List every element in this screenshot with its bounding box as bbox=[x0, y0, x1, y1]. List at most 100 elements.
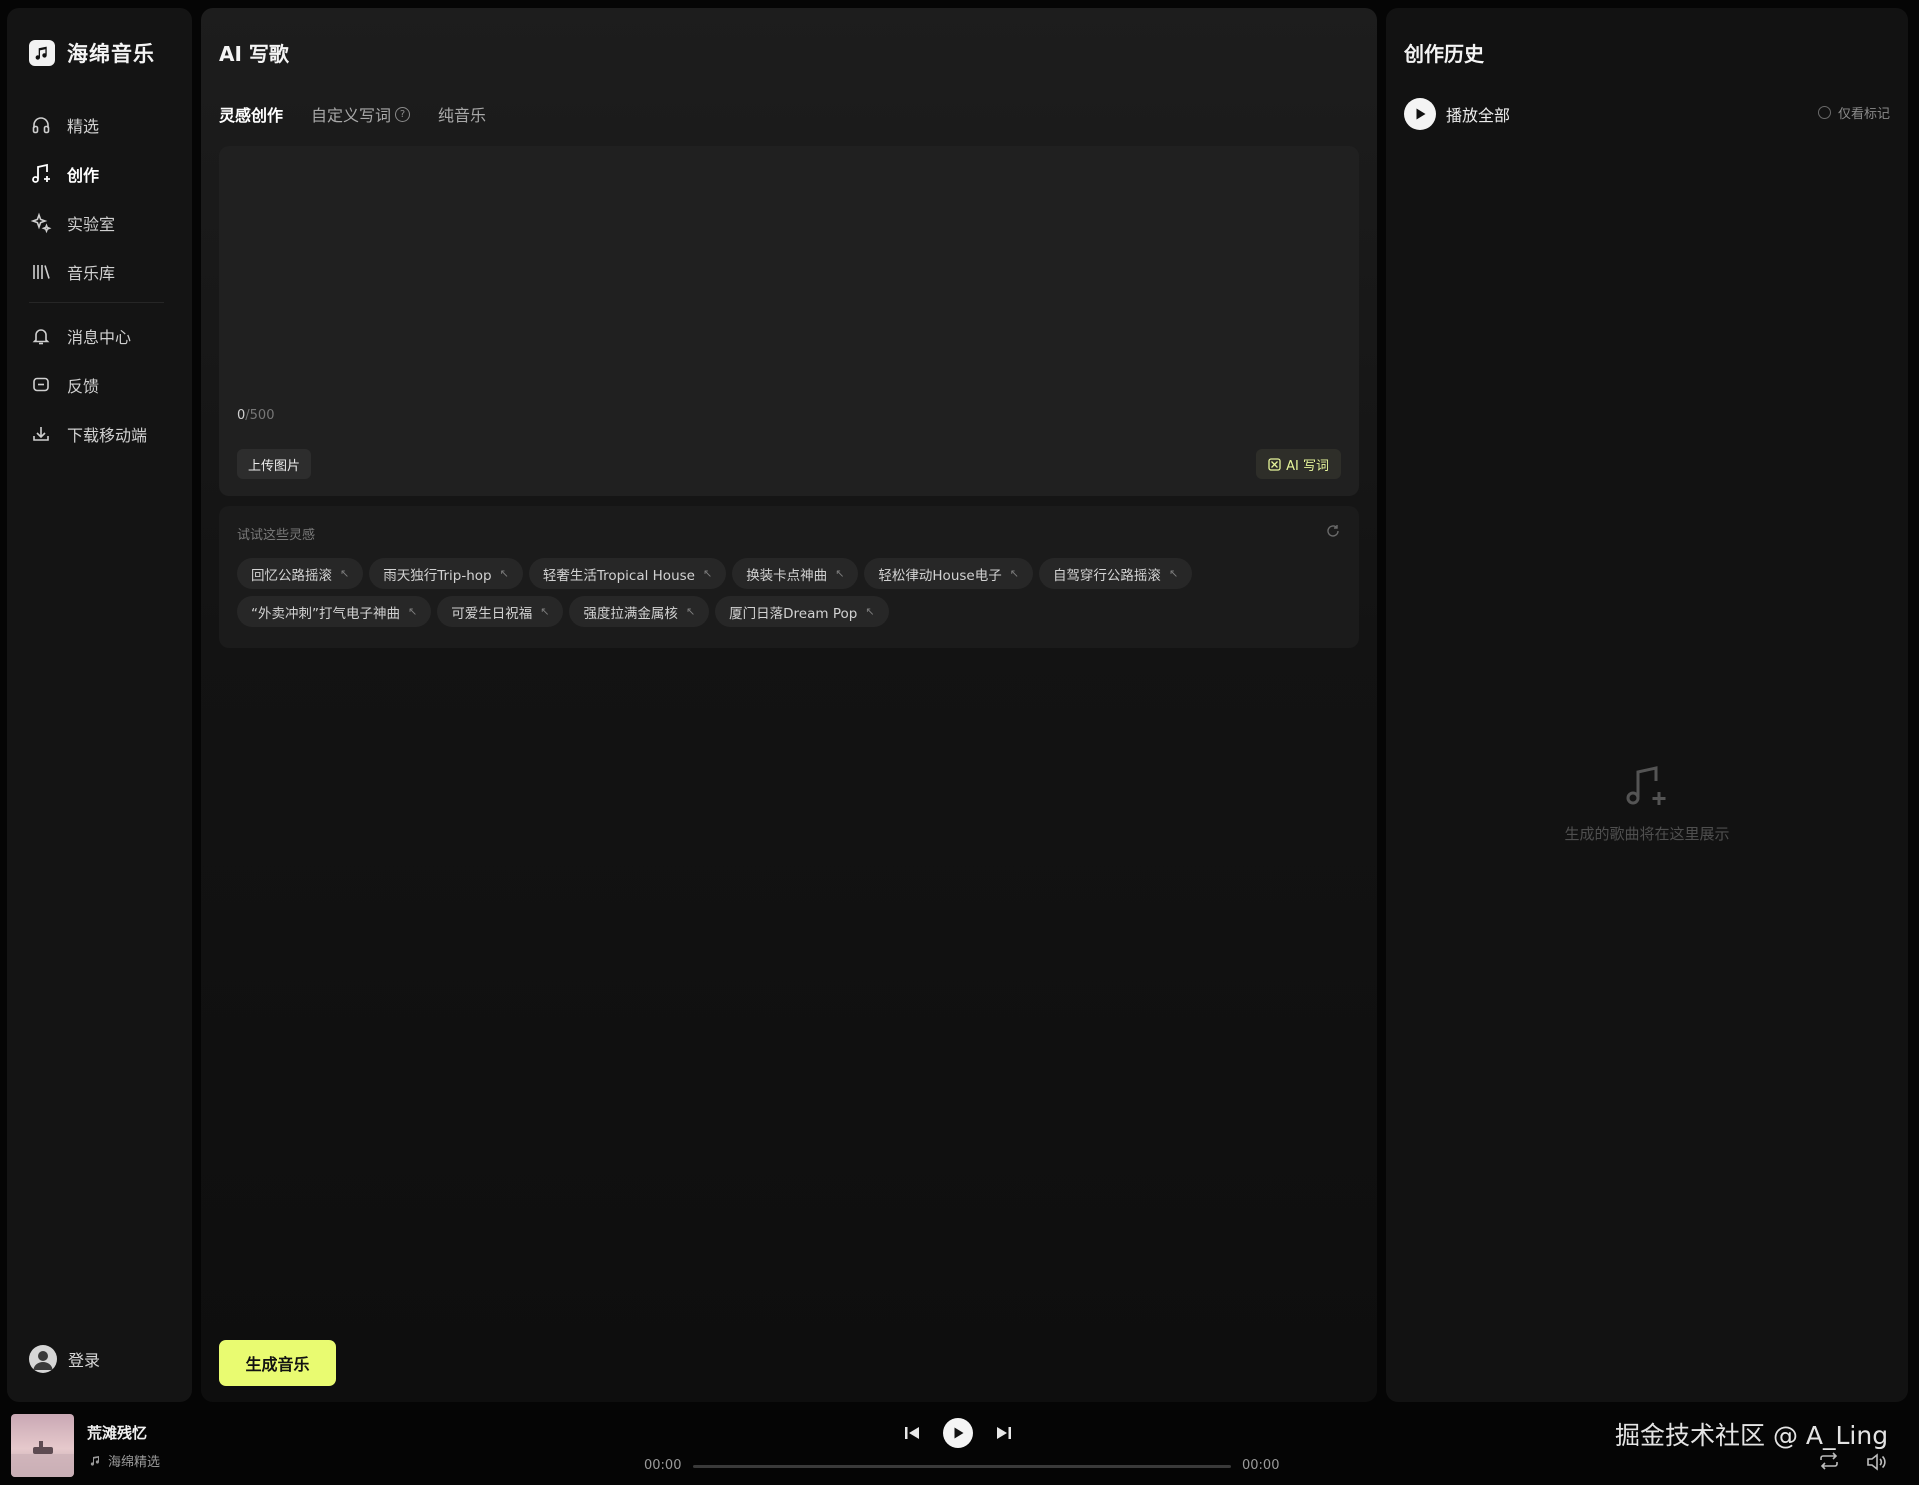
sidebar-item-lab[interactable]: 实验室 bbox=[7, 198, 192, 247]
chip-label: 可爱生日祝福 bbox=[451, 605, 533, 622]
chip-label: 回忆公路摇滚 bbox=[251, 567, 332, 584]
inspiration-chip[interactable]: “外卖冲刺”打气电子神曲 ↖ bbox=[237, 596, 432, 627]
help-icon[interactable]: ? bbox=[395, 106, 411, 122]
inspiration-chip[interactable]: 回忆公路摇滚 ↖ bbox=[237, 558, 364, 589]
prompt-input[interactable] bbox=[219, 146, 1359, 396]
arrow-up-left-icon: ↖ bbox=[702, 567, 713, 580]
progress-bar[interactable] bbox=[693, 1465, 1231, 1468]
sidebar: 海绵音乐 精选 创作 实验室 音乐库 消息中心 反馈 下载移动端 登录 bbox=[7, 8, 192, 1402]
inspiration-chip[interactable]: 轻松律动House电子 ↖ bbox=[864, 558, 1033, 589]
play-icon bbox=[1404, 98, 1436, 130]
only-marked-label: 仅看标记 bbox=[1837, 107, 1890, 122]
sidebar-item-download[interactable]: 下载移动端 bbox=[7, 409, 192, 458]
arrow-up-left-icon: ↖ bbox=[685, 605, 696, 618]
chip-label: 雨天独行Trip-hop bbox=[383, 567, 492, 584]
login-button[interactable]: 登录 bbox=[29, 1345, 100, 1373]
inspiration-chip[interactable]: 轻奢生活Tropical House ↖ bbox=[528, 558, 727, 589]
inspiration-chip[interactable]: 可爱生日祝福 ↖ bbox=[437, 596, 564, 627]
inspiration-chip[interactable]: 厦门日落Dream Pop ↖ bbox=[715, 596, 889, 627]
generate-music-button[interactable]: 生成音乐 bbox=[219, 1340, 336, 1386]
arrow-up-left-icon: ↖ bbox=[340, 567, 350, 580]
prompt-box: 0/500 上传图片 AI 写词 bbox=[219, 146, 1359, 496]
empty-text: 生成的歌曲将在这里展示 bbox=[1564, 825, 1730, 843]
arrow-up-left-icon: ↖ bbox=[408, 605, 418, 618]
chip-row: “外卖冲刺”打气电子神曲 ↖ 可爱生日祝福 ↖ 强度拉满金属核 ↖ 厦门日落Dream… bbox=[237, 596, 1337, 627]
inspiration-chip[interactable]: 自驾穿行公路摇滚 ↖ bbox=[1038, 558, 1193, 589]
bell-icon bbox=[29, 324, 53, 348]
app-name: 海绵音乐 bbox=[67, 42, 155, 66]
arrow-up-left-icon: ↖ bbox=[540, 605, 550, 618]
ai-lyrics-label: AI 写词 bbox=[1286, 458, 1329, 474]
chip-label: 轻奢生活Tropical House bbox=[542, 567, 695, 584]
library-icon bbox=[29, 260, 53, 284]
app-logo[interactable]: 海绵音乐 bbox=[29, 38, 155, 68]
album-cover[interactable] bbox=[11, 1414, 74, 1477]
previous-button[interactable] bbox=[903, 1424, 921, 1442]
download-icon bbox=[29, 422, 53, 446]
chip-label: 换装卡点神曲 bbox=[746, 567, 828, 584]
only-marked-toggle[interactable]: 仅看标记 bbox=[1817, 103, 1890, 122]
arrow-up-left-icon: ↖ bbox=[499, 567, 509, 580]
ai-lyrics-button[interactable]: AI 写词 bbox=[1256, 449, 1341, 479]
playback-controls bbox=[903, 1418, 1013, 1448]
arrow-up-left-icon: ↖ bbox=[865, 605, 875, 618]
inspiration-chips: 回忆公路摇滚 ↖ 雨天独行Trip-hop ↖ 轻奢生活Tropical House… bbox=[237, 558, 1337, 634]
player-bar: 荒滩残忆 海绵精选 00:00 00:00 掘金技术社区 @ A_Ling bbox=[0, 1402, 1919, 1485]
play-all-button[interactable]: 播放全部 bbox=[1404, 98, 1510, 130]
sidebar-item-label: 实验室 bbox=[67, 214, 116, 234]
headphones-icon bbox=[29, 113, 53, 137]
user-icon bbox=[33, 1351, 53, 1370]
inspiration-chip[interactable]: 换装卡点神曲 ↖ bbox=[732, 558, 859, 589]
sidebar-item-label: 下载移动端 bbox=[67, 425, 148, 445]
song-source[interactable]: 海绵精选 bbox=[90, 1451, 160, 1470]
chip-row: 回忆公路摇滚 ↖ 雨天独行Trip-hop ↖ 轻奢生活Tropical House… bbox=[237, 558, 1337, 589]
skip-next-icon bbox=[997, 1427, 1011, 1439]
play-icon bbox=[954, 1427, 964, 1439]
inspiration-chip[interactable]: 雨天独行Trip-hop ↖ bbox=[369, 558, 523, 589]
sidebar-item-featured[interactable]: 精选 bbox=[7, 100, 192, 149]
sidebar-item-label: 创作 bbox=[67, 165, 100, 185]
sidebar-item-create[interactable]: 创作 bbox=[7, 149, 192, 198]
sidebar-divider bbox=[29, 302, 164, 303]
refresh-icon[interactable] bbox=[1325, 523, 1341, 539]
repeat-icon[interactable] bbox=[1818, 1452, 1840, 1470]
volume-icon[interactable] bbox=[1866, 1453, 1888, 1471]
skip-previous-icon bbox=[905, 1427, 919, 1439]
song-title[interactable]: 荒滩残忆 bbox=[87, 1422, 147, 1443]
history-panel: 创作历史 播放全部 仅看标记 生成的歌曲将在这里展示 bbox=[1386, 8, 1908, 1402]
feedback-icon bbox=[29, 373, 53, 397]
upload-image-button[interactable]: 上传图片 bbox=[237, 449, 312, 479]
inspiration-title: 试试这些灵感 bbox=[237, 528, 316, 543]
tab-label: 纯音乐 bbox=[438, 106, 487, 125]
sidebar-item-label: 反馈 bbox=[67, 376, 100, 396]
music-note-sparkle-icon bbox=[1626, 766, 1666, 805]
tab-label: 自定义写词 bbox=[311, 106, 392, 125]
sidebar-item-messages[interactable]: 消息中心 bbox=[7, 311, 192, 360]
music-note-sparkle-icon bbox=[29, 162, 53, 186]
empty-state: 生成的歌曲将在这里展示 bbox=[1386, 765, 1908, 844]
chip-label: 轻松律动House电子 bbox=[878, 567, 1002, 584]
arrow-up-left-icon: ↖ bbox=[1009, 567, 1019, 580]
radio-icon bbox=[1817, 106, 1831, 119]
char-max: /500 bbox=[245, 408, 275, 423]
song-source-label: 海绵精选 bbox=[108, 1455, 161, 1470]
next-button[interactable] bbox=[995, 1424, 1013, 1442]
tab-custom-lyrics[interactable]: 自定义写词 ? bbox=[311, 102, 411, 126]
sidebar-item-library[interactable]: 音乐库 bbox=[7, 247, 192, 296]
create-tabs: 灵感创作 自定义写词 ? 纯音乐 bbox=[219, 102, 486, 126]
inspiration-box: 试试这些灵感 回忆公路摇滚 ↖ 雨天独行Trip-hop ↖ 轻奢生活Tropica… bbox=[219, 506, 1359, 648]
tab-inspiration[interactable]: 灵感创作 bbox=[219, 102, 283, 126]
login-label: 登录 bbox=[68, 1351, 101, 1370]
play-button[interactable] bbox=[943, 1418, 973, 1448]
page-title: AI 写歌 bbox=[219, 42, 289, 66]
play-all-label: 播放全部 bbox=[1446, 106, 1511, 125]
sidebar-item-label: 音乐库 bbox=[67, 263, 116, 283]
watermark: 掘金技术社区 @ A_Ling bbox=[1615, 1421, 1889, 1450]
tab-instrumental[interactable]: 纯音乐 bbox=[438, 102, 486, 126]
create-panel: AI 写歌 灵感创作 自定义写词 ? 纯音乐 0/500 上传图片 AI 写词 … bbox=[201, 8, 1377, 1402]
avatar bbox=[29, 1345, 57, 1373]
inspiration-chip[interactable]: 强度拉满金属核 ↖ bbox=[569, 596, 710, 627]
arrow-up-left-icon: ↖ bbox=[1168, 567, 1179, 580]
music-note-icon bbox=[90, 1456, 99, 1466]
sidebar-item-feedback[interactable]: 反馈 bbox=[7, 360, 192, 409]
